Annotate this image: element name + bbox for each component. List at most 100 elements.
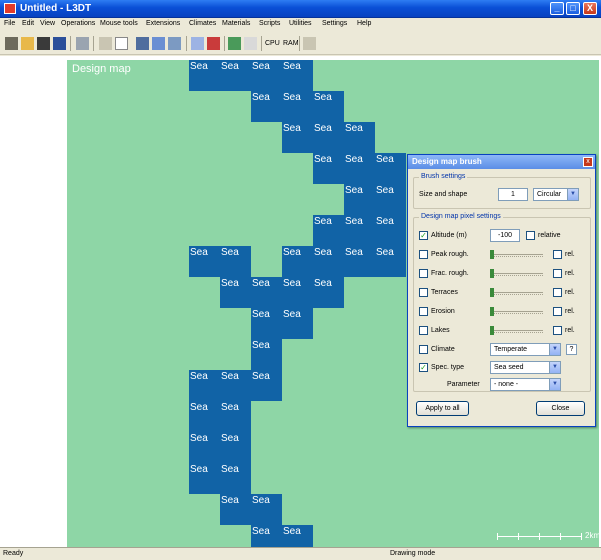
- altitude-relative-checkbox[interactable]: [526, 231, 535, 240]
- maximize-button[interactable]: □: [566, 2, 580, 15]
- pointer-icon[interactable]: [115, 37, 128, 50]
- sea-tile: Sea: [344, 184, 375, 215]
- cpu-indicator: CPU: [265, 40, 280, 47]
- frac-rough-label: Frac. rough.: [431, 270, 469, 277]
- brush-shape-select[interactable]: Circular ▼: [533, 188, 579, 201]
- peak-rough-rel-checkbox[interactable]: [553, 250, 562, 259]
- apply-to-all-button[interactable]: Apply to all: [416, 401, 469, 416]
- erosion-checkbox[interactable]: [419, 307, 428, 316]
- close-button[interactable]: X: [583, 2, 597, 15]
- sea-tile: Sea: [251, 339, 282, 370]
- resize-map-icon[interactable]: [76, 37, 89, 50]
- crop-icon[interactable]: [207, 37, 220, 50]
- sea-tile: Sea: [220, 370, 251, 401]
- flip-icon[interactable]: [228, 37, 241, 50]
- menu-mouse-tools[interactable]: Mouse tools: [100, 20, 138, 27]
- menu-file[interactable]: File: [4, 20, 15, 27]
- erosion-rel-checkbox[interactable]: [553, 307, 562, 316]
- menu-view[interactable]: View: [40, 20, 55, 27]
- menu-scripts[interactable]: Scripts: [259, 20, 280, 27]
- frac-rough-checkbox[interactable]: [419, 269, 428, 278]
- save-as-icon[interactable]: [53, 37, 66, 50]
- terraces-slider[interactable]: [490, 288, 543, 297]
- sea-tile: Sea: [375, 246, 406, 277]
- spec-type-select[interactable]: Sea seed ▼: [490, 361, 561, 374]
- dialog-title: Design map brush: [412, 157, 482, 166]
- parameter-select[interactable]: - none - ▼: [490, 378, 561, 391]
- close-dialog-button[interactable]: Close: [536, 401, 585, 416]
- sea-tile-label: Sea: [252, 495, 270, 506]
- scale-label: 2km: [585, 531, 599, 540]
- climate-checkbox[interactable]: [419, 345, 428, 354]
- dialog-close-icon[interactable]: x: [583, 157, 593, 167]
- sea-tile: Sea: [251, 370, 282, 401]
- brush-shape-value: Circular: [537, 191, 562, 198]
- sea-tile-label: Sea: [190, 464, 208, 475]
- size-shape-label: Size and shape: [419, 191, 468, 198]
- sea-tile-label: Sea: [252, 278, 270, 289]
- grid-icon[interactable]: [136, 37, 149, 50]
- title-bar[interactable]: Untitled - L3DT _ □ X: [0, 0, 601, 18]
- sea-tile-label: Sea: [314, 123, 332, 134]
- menu-operations[interactable]: Operations: [61, 20, 95, 27]
- frac-rough-slider[interactable]: [490, 269, 543, 278]
- pixel-settings-label: Design map pixel settings: [419, 213, 503, 220]
- sea-tile-label: Sea: [283, 309, 301, 320]
- sea-tile: Sea: [251, 60, 282, 91]
- brush-size-input[interactable]: 1: [498, 188, 528, 201]
- map-view-icon[interactable]: [168, 37, 181, 50]
- menu-edit[interactable]: Edit: [22, 20, 34, 27]
- altitude-input[interactable]: -100: [490, 229, 520, 242]
- ram-indicator: RAM: [283, 40, 299, 47]
- pixel-settings-group: Design map pixel settings ✓ Altitude (m)…: [413, 213, 591, 392]
- sea-tile: Sea: [282, 246, 313, 277]
- terraces-rel-checkbox[interactable]: [553, 288, 562, 297]
- sea-tile-label: Sea: [376, 247, 394, 258]
- design-map-brush-dialog: Design map brush x Brush settings Size a…: [407, 154, 596, 427]
- chevron-down-icon: ▼: [567, 189, 578, 200]
- expand-toolbar-icon[interactable]: [303, 37, 316, 50]
- sea-tile-label: Sea: [221, 371, 239, 382]
- terraces-checkbox[interactable]: [419, 288, 428, 297]
- menu-materials[interactable]: Materials: [222, 20, 250, 27]
- scale-tick: [497, 533, 498, 540]
- climate-help-button[interactable]: ?: [566, 344, 577, 355]
- peak-rough-checkbox[interactable]: [419, 250, 428, 259]
- sea-tile: Sea: [189, 432, 220, 463]
- lakes-checkbox[interactable]: [419, 326, 428, 335]
- sea-tile: Sea: [282, 122, 313, 153]
- menu-help[interactable]: Help: [357, 20, 371, 27]
- menu-utilities[interactable]: Utilities: [289, 20, 312, 27]
- zoom-icon[interactable]: [99, 37, 112, 50]
- peak-rough-slider[interactable]: [490, 250, 543, 259]
- climate-select[interactable]: Temperate ▼: [490, 343, 561, 356]
- altitude-checkbox[interactable]: ✓: [419, 231, 428, 240]
- tile-icon[interactable]: [152, 37, 165, 50]
- erosion-label: Erosion: [431, 308, 455, 315]
- save-icon[interactable]: [37, 37, 50, 50]
- new-map-icon[interactable]: [5, 37, 18, 50]
- lakes-rel-checkbox[interactable]: [553, 326, 562, 335]
- sea-tile: Sea: [189, 246, 220, 277]
- climate-label: Climate: [431, 346, 455, 353]
- toolbar-separator: [261, 36, 262, 51]
- menu-extensions[interactable]: Extensions: [146, 20, 180, 27]
- select-area-icon[interactable]: [191, 37, 204, 50]
- sea-tile-label: Sea: [252, 526, 270, 537]
- open-folder-icon[interactable]: [21, 37, 34, 50]
- erosion-slider[interactable]: [490, 307, 543, 316]
- lakes-slider[interactable]: [490, 326, 543, 335]
- sea-tile-label: Sea: [221, 61, 239, 72]
- sea-tile: Sea: [220, 494, 251, 525]
- dialog-title-bar[interactable]: Design map brush x: [408, 155, 595, 169]
- peak-rough-label: Peak rough.: [431, 251, 469, 258]
- frac-rough-rel-checkbox[interactable]: [553, 269, 562, 278]
- mirror-icon[interactable]: [244, 37, 257, 50]
- sea-tile-label: Sea: [190, 247, 208, 258]
- menu-settings[interactable]: Settings: [322, 20, 347, 27]
- minimize-button[interactable]: _: [550, 2, 564, 15]
- menu-climates[interactable]: Climates: [189, 20, 216, 27]
- sea-tile-label: Sea: [314, 92, 332, 103]
- sea-tile-label: Sea: [283, 92, 301, 103]
- spec-type-checkbox[interactable]: ✓: [419, 363, 428, 372]
